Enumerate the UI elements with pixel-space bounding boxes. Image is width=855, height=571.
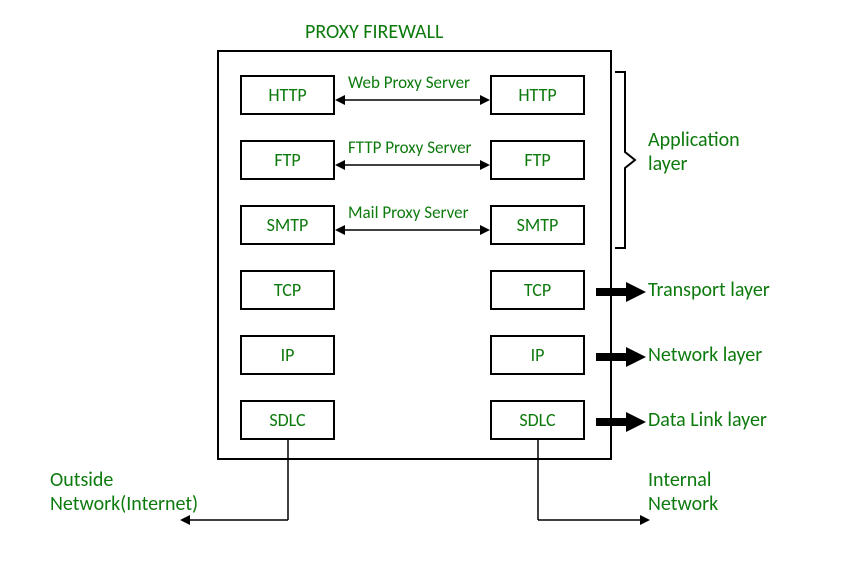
left-tcp-box: TCP bbox=[240, 270, 335, 310]
internal-connection-line bbox=[535, 440, 650, 530]
right-smtp-box: SMTP bbox=[490, 205, 585, 245]
right-ftp-box: FTP bbox=[490, 140, 585, 180]
outside-connection-line bbox=[180, 440, 295, 530]
internal-network-label-1: Internal bbox=[648, 468, 711, 492]
right-sdlc-box: SDLC bbox=[490, 400, 585, 440]
datalink-arrow-icon bbox=[596, 412, 646, 432]
network-layer-label: Network layer bbox=[648, 343, 762, 367]
right-ip-box: IP bbox=[490, 335, 585, 375]
left-ip-box: IP bbox=[240, 335, 335, 375]
http-arrow bbox=[335, 90, 490, 110]
transport-layer-label: Transport layer bbox=[648, 278, 770, 302]
smtp-arrow bbox=[335, 220, 490, 240]
outside-network-label-1: Outside bbox=[50, 468, 113, 492]
left-http-box: HTTP bbox=[240, 75, 335, 115]
left-sdlc-box: SDLC bbox=[240, 400, 335, 440]
left-ftp-box: FTP bbox=[240, 140, 335, 180]
outside-network-label-2: Network(Internet) bbox=[50, 492, 198, 516]
transport-arrow-icon bbox=[596, 282, 646, 302]
application-layer-label-2: layer bbox=[648, 152, 688, 176]
internal-network-label-2: Network bbox=[648, 492, 718, 516]
left-smtp-box: SMTP bbox=[240, 205, 335, 245]
application-layer-label-1: Application bbox=[648, 128, 740, 152]
ftp-arrow bbox=[335, 155, 490, 175]
application-bracket bbox=[613, 70, 643, 250]
right-http-box: HTTP bbox=[490, 75, 585, 115]
diagram-title: PROXY FIREWALL bbox=[305, 20, 443, 44]
network-arrow-icon bbox=[596, 347, 646, 367]
right-tcp-box: TCP bbox=[490, 270, 585, 310]
datalink-layer-label: Data Link layer bbox=[648, 408, 767, 432]
